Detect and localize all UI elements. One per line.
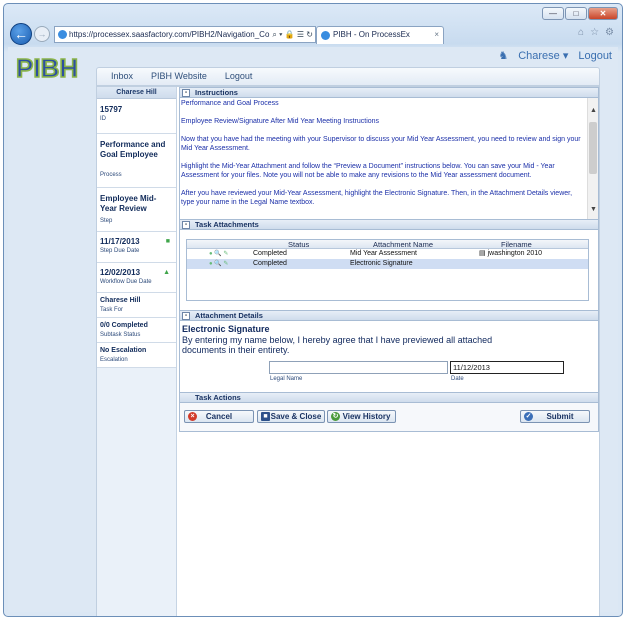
view-history-button[interactable]: ↻ View History <box>327 410 396 423</box>
task-main: - Instructions Performance and Goal Proc… <box>179 87 599 432</box>
legal-name-label: Legal Name <box>270 376 303 382</box>
cancel-button[interactable]: × Cancel <box>184 410 254 423</box>
task-page: Charese Hill 15797 ID Performance and Go… <box>96 86 600 616</box>
instructions-text: Performance and Goal Process Employee Re… <box>181 100 581 206</box>
collapse-icon[interactable]: - <box>182 312 190 320</box>
instructions-header[interactable]: - Instructions <box>179 87 599 98</box>
table-row[interactable]: ● 🔍 ✎ Completed Electronic Signature <box>187 259 588 269</box>
sidebar-item-step: Employee Mid-Year Review Step <box>97 188 176 232</box>
maximize-button[interactable]: □ <box>565 7 587 20</box>
logo-text: PIBH <box>16 53 78 81</box>
scroll-down-icon[interactable]: ▼ <box>588 206 598 216</box>
user-name: Charese <box>518 50 560 62</box>
sidebar-header: Charese Hill <box>97 87 176 99</box>
cancel-icon: × <box>188 412 197 421</box>
address-toolbar: ← → https://processex.saasfactory.com/PI… <box>8 21 618 47</box>
menu-inbox[interactable]: Inbox <box>111 68 133 85</box>
date-input[interactable]: 11/12/2013 <box>450 361 564 374</box>
scroll-up-icon[interactable]: ▲ <box>588 107 598 117</box>
ie-page-icon <box>58 30 67 39</box>
details-header[interactable]: - Attachment Details <box>179 310 599 321</box>
address-bar[interactable]: https://processex.saasfactory.com/PIBH2/… <box>54 26 316 43</box>
tab-close-icon[interactable]: × <box>434 27 439 43</box>
collapse-icon[interactable]: - <box>182 221 190 229</box>
ie-tab-icon <box>321 31 330 40</box>
details-text: By entering my name below, I hereby agre… <box>182 335 493 355</box>
menu-logout[interactable]: Logout <box>225 68 253 85</box>
collapse-icon[interactable]: - <box>182 89 190 97</box>
user-menu[interactable]: Charese ▾ <box>518 49 568 62</box>
address-tools-icons[interactable]: ⌕ ▾ 🔒 ☰ ↻ <box>270 27 313 42</box>
main-menu: Inbox PIBH Website Logout <box>96 67 600 86</box>
status-square-icon: ■ <box>165 238 170 245</box>
url-text: https://processex.saasfactory.com/PIBH2/… <box>69 30 270 39</box>
history-icon: ↻ <box>331 412 340 421</box>
sidebar-item-process: Performance and Goal Employee Process <box>97 134 176 188</box>
scroll-thumb[interactable] <box>589 122 597 174</box>
window-controls: — □ ✕ <box>542 7 618 20</box>
sidebar-item-subtask: 0/0 Completed Subtask Status <box>97 318 176 343</box>
page-content: PIBH ♞ Charese ▾ Logout Inbox PIBH Websi… <box>8 47 618 616</box>
sidebar-item-workflow-due: 12/02/2013 Workflow Due Date ▲ <box>97 263 176 293</box>
checkmark-icon: ✓ <box>524 412 533 421</box>
favorites-star-icon[interactable]: ☆ <box>590 27 599 38</box>
logout-link[interactable]: Logout <box>578 50 612 62</box>
attachments-table: Status Attachment Name Filename ● 🔍 ✎ Co… <box>186 239 589 301</box>
sidebar-item-task-for: Charese Hill Task For <box>97 293 176 318</box>
instructions-scrollbar[interactable]: ▲ ▼ <box>587 98 598 219</box>
actions-header: Task Actions <box>179 392 599 403</box>
minimize-button[interactable]: — <box>542 7 564 20</box>
date-label: Date <box>451 376 464 382</box>
sidebar-item-escalation: No Escalation Escalation <box>97 343 176 368</box>
user-icon: ♞ <box>498 50 509 62</box>
details-panel: Electronic Signature By entering my name… <box>179 321 599 392</box>
back-arrow-icon[interactable]: ← <box>10 23 32 45</box>
user-bar: ♞ Charese ▾ Logout <box>498 49 612 63</box>
tab-title: PIBH - On ProcessEx <box>333 30 410 39</box>
submit-button[interactable]: ✓ Submit <box>520 410 590 423</box>
actions-panel: × Cancel ■ Save & Close ↻ View History ✓… <box>179 403 599 432</box>
instructions-panel: Performance and Goal Process Employee Re… <box>179 98 599 219</box>
save-close-button[interactable]: ■ Save & Close <box>257 410 325 423</box>
close-window-button[interactable]: ✕ <box>588 7 618 20</box>
browser-tools: ⌂ ☆ ⚙ <box>578 27 614 38</box>
file-icon: ▤ <box>479 250 486 257</box>
browser-tab[interactable]: PIBH - On ProcessEx × <box>316 26 444 44</box>
table-row[interactable]: ● 🔍 ✎ Completed Mid Year Assessment ▤ jw… <box>187 249 588 259</box>
menu-pibh-website[interactable]: PIBH Website <box>151 68 207 85</box>
settings-gear-icon[interactable]: ⚙ <box>605 27 614 38</box>
sidebar-item-step-due: 11/17/2013 Step Due Date ■ <box>97 232 176 263</box>
sidebar-item-id: 15797 ID <box>97 99 176 134</box>
forward-arrow-icon[interactable]: → <box>34 26 50 42</box>
status-triangle-icon: ▲ <box>163 269 170 276</box>
attachments-header[interactable]: - Task Attachments <box>179 219 599 230</box>
table-header: Status Attachment Name Filename <box>187 240 588 249</box>
save-icon: ■ <box>261 412 270 421</box>
browser-window: — □ ✕ ← → https://processex.saasfactory.… <box>3 3 623 617</box>
legal-name-input[interactable] <box>269 361 448 374</box>
pibh-logo: PIBH <box>14 52 78 81</box>
home-icon[interactable]: ⌂ <box>578 27 584 38</box>
row-action-icons[interactable]: ● 🔍 ✎ <box>209 259 228 269</box>
attachments-panel: Status Attachment Name Filename ● 🔍 ✎ Co… <box>179 230 599 310</box>
row-action-icons[interactable]: ● 🔍 ✎ <box>209 249 228 259</box>
details-title: Electronic Signature <box>182 324 270 334</box>
task-sidebar: Charese Hill 15797 ID Performance and Go… <box>97 87 177 616</box>
